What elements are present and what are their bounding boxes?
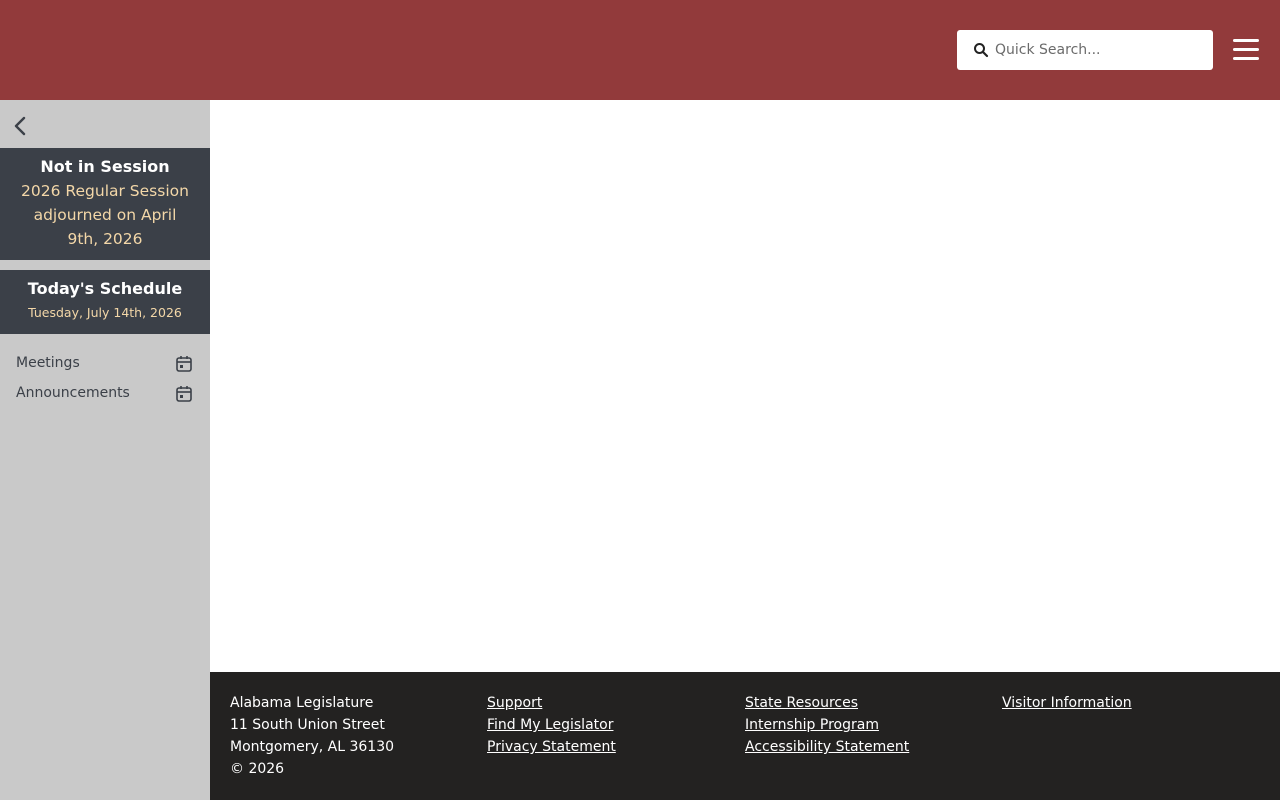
sidebar: Not in Session 2026 Regular Session adjo… (0, 100, 210, 800)
menu-button[interactable] (1230, 36, 1262, 64)
footer-address: Alabama Legislature 11 South Union Stree… (230, 692, 394, 780)
sidebar-item-meetings[interactable]: Meetings (16, 352, 196, 376)
sidebar-item-label: Meetings (16, 355, 80, 371)
site-footer: Alabama Legislature 11 South Union Stree… (210, 672, 1280, 800)
footer-city: Montgomery, AL 36130 (230, 739, 395, 755)
session-status: Not in Session (40, 157, 170, 176)
footer-link-visitor-information[interactable]: Visitor Information (1002, 692, 1132, 714)
quick-search-input[interactable] (995, 30, 1205, 70)
quick-search-box[interactable] (957, 30, 1213, 70)
footer-street: 11 South Union Street (230, 717, 385, 733)
schedule-date: Tuesday, July 14th, 2026 (28, 305, 182, 320)
footer-link-find-my-legislator[interactable]: Find My Legislator (487, 714, 616, 736)
todays-schedule-panel: Today's Schedule Tuesday, July 14th, 202… (0, 270, 210, 334)
footer-link-internship-program[interactable]: Internship Program (745, 714, 909, 736)
schedule-title: Today's Schedule (27, 279, 183, 298)
session-status-panel: Not in Session 2026 Regular Session adjo… (0, 148, 210, 260)
footer-links-col1: Support Find My Legislator Privacy State… (487, 692, 616, 758)
sidebar-item-label: Announcements (16, 385, 130, 401)
footer-links-col3: Visitor Information (1002, 692, 1132, 714)
footer-link-support[interactable]: Support (487, 692, 616, 714)
sidebar-collapse-button[interactable] (10, 114, 32, 138)
footer-link-privacy-statement[interactable]: Privacy Statement (487, 736, 616, 758)
calendar-icon (176, 386, 192, 402)
search-icon (974, 43, 989, 58)
site-header (0, 0, 1280, 100)
chevron-left-icon (14, 116, 26, 136)
main-content (210, 100, 1280, 672)
footer-link-accessibility-statement[interactable]: Accessibility Statement (745, 736, 909, 758)
sidebar-item-announcements[interactable]: Announcements (16, 382, 196, 406)
footer-links-col2: State Resources Internship Program Acces… (745, 692, 909, 758)
session-detail: 2026 Regular Session adjourned on April … (21, 182, 189, 248)
footer-org-name: Alabama Legislature (230, 695, 374, 711)
footer-copyright: © 2026 (230, 761, 285, 777)
calendar-icon (176, 356, 192, 372)
footer-link-state-resources[interactable]: State Resources (745, 692, 909, 714)
